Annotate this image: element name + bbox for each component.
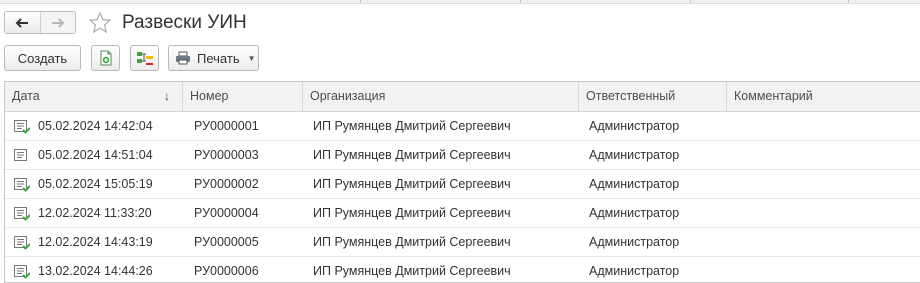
cell-number: РУ0000003 [194, 148, 259, 162]
sort-descending-icon: ↓ [164, 89, 170, 103]
cell-responsible: Администратор [589, 148, 680, 162]
documents-table: Дата ↓ Номер Организация Ответственный К… [4, 81, 920, 283]
table-row[interactable]: 13.02.2024 14:44:26 РУ0000006 ИП Румянце… [5, 257, 920, 282]
cell-date: 12.02.2024 11:33:20 [38, 206, 152, 220]
cell-number: РУ0000004 [194, 206, 259, 220]
column-header-number[interactable]: Номер [183, 82, 303, 111]
cell-responsible: Администратор [589, 264, 680, 278]
cell-organization: ИП Румянцев Дмитрий Сергеевич [313, 264, 511, 278]
posted-document-icon [14, 120, 30, 134]
top-tab-strip [0, 0, 920, 4]
cell-date: 13.02.2024 14:44:26 [38, 264, 153, 278]
column-header-organization[interactable]: Организация [303, 82, 579, 111]
cell-date: 05.02.2024 15:05:19 [38, 177, 153, 191]
cell-date: 05.02.2024 14:42:04 [38, 119, 153, 133]
cell-organization: ИП Румянцев Дмитрий Сергеевич [313, 148, 511, 162]
tab-separator [520, 0, 521, 3]
create-button[interactable]: Создать [4, 45, 81, 71]
forward-button[interactable] [40, 12, 75, 33]
tab-separator [848, 0, 849, 3]
tab-separator [360, 0, 361, 3]
copy-document-icon [100, 50, 111, 66]
print-button[interactable]: Печать ▼ [168, 45, 259, 71]
document-structure-button[interactable] [130, 45, 159, 71]
posted-document-icon [14, 178, 30, 192]
posted-document-icon [14, 207, 30, 221]
back-button[interactable] [5, 12, 41, 33]
cell-responsible: Администратор [589, 119, 680, 133]
chevron-down-icon: ▼ [247, 53, 256, 63]
cell-date: 12.02.2024 14:43:19 [38, 235, 153, 249]
cell-number: РУ0000005 [194, 235, 259, 249]
print-label: Печать [197, 50, 240, 66]
table-row[interactable]: 12.02.2024 11:33:20 РУ0000004 ИП Румянце… [5, 199, 920, 228]
cell-responsible: Администратор [589, 177, 680, 191]
cell-number: РУ0000001 [194, 119, 259, 133]
cell-organization: ИП Румянцев Дмитрий Сергеевич [313, 177, 511, 191]
cell-date: 05.02.2024 14:51:04 [38, 148, 153, 162]
table-header: Дата ↓ Номер Организация Ответственный К… [5, 82, 920, 112]
column-header-comment[interactable]: Комментарий [727, 82, 920, 111]
table-row[interactable]: 05.02.2024 14:51:04 РУ0000003 ИП Румянце… [5, 141, 920, 170]
document-structure-icon [136, 52, 153, 65]
arrow-left-icon [15, 17, 29, 28]
cell-organization: ИП Румянцев Дмитрий Сергеевич [313, 206, 511, 220]
cell-organization: ИП Румянцев Дмитрий Сергеевич [313, 119, 511, 133]
tab-separator [690, 0, 691, 3]
cell-responsible: Администратор [589, 235, 680, 249]
navigation-buttons [4, 11, 76, 34]
table-row[interactable]: 05.02.2024 15:05:19 РУ0000002 ИП Румянце… [5, 170, 920, 199]
cell-organization: ИП Румянцев Дмитрий Сергеевич [313, 235, 511, 249]
column-header-date[interactable]: Дата ↓ [5, 82, 183, 111]
page-title: Развески УИН [122, 12, 247, 33]
draft-document-icon [14, 149, 27, 161]
copy-button[interactable] [91, 45, 120, 71]
star-outline-icon[interactable] [88, 11, 112, 35]
posted-document-icon [14, 236, 30, 250]
column-header-responsible[interactable]: Ответственный [579, 82, 727, 111]
posted-document-icon [14, 265, 30, 279]
cell-number: РУ0000002 [194, 177, 259, 191]
printer-icon [176, 51, 190, 65]
cell-responsible: Администратор [589, 206, 680, 220]
cell-number: РУ0000006 [194, 264, 259, 278]
table-row[interactable]: 05.02.2024 14:42:04 РУ0000001 ИП Румянце… [5, 112, 920, 141]
table-row[interactable]: 12.02.2024 14:43:19 РУ0000005 ИП Румянце… [5, 228, 920, 257]
arrow-right-icon [51, 17, 65, 28]
